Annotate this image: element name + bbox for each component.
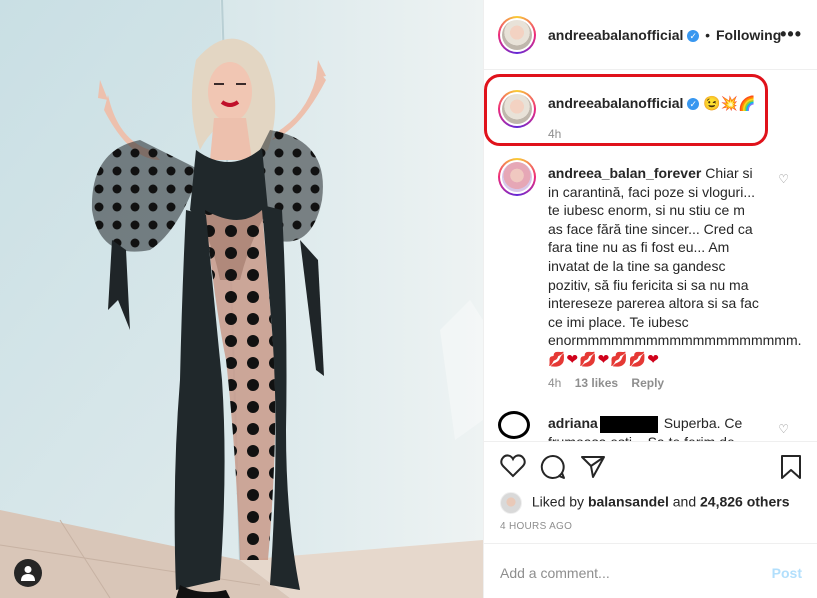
redaction-bar — [599, 415, 658, 433]
caption-emojis: 😉💥🌈 — [703, 95, 756, 111]
user-tag-button[interactable] — [14, 559, 42, 587]
comment-time[interactable]: 4h — [548, 376, 561, 390]
posted-time[interactable]: 4 HOURS AGO — [500, 521, 572, 532]
paper-plane-icon[interactable] — [580, 454, 606, 480]
liked-by-and: and — [672, 493, 697, 510]
author-username[interactable]: andreeabalanofficial — [548, 27, 683, 43]
post-image — [0, 0, 483, 598]
following-button[interactable]: Following — [716, 27, 781, 43]
comment2-avatar-redacted[interactable] — [498, 411, 530, 439]
comment-meta: 4h 13 likes Reply — [548, 376, 674, 390]
comment-body: andreea_balan_forever Chiar si in carant… — [548, 164, 802, 369]
comment-avatar[interactable] — [498, 158, 536, 196]
liked-by-user[interactable]: balansandel — [588, 494, 669, 510]
post-comment-button[interactable]: Post — [772, 565, 802, 581]
add-comment-bar: Add a comment... Post — [484, 543, 817, 598]
post-header: andreeabalanofficial ✓ • Following ••• — [484, 0, 817, 70]
add-comment-input[interactable]: Add a comment... — [500, 565, 610, 581]
comment2-text: Superba. Ce — [663, 415, 743, 431]
user-icon — [21, 566, 35, 581]
comment2-username[interactable]: adriana — [548, 415, 598, 431]
header-author-line: andreeabalanofficial ✓ • Following — [548, 27, 781, 43]
comment-username[interactable]: andreea_balan_forever — [548, 165, 701, 181]
liker-avatar[interactable] — [500, 492, 522, 514]
heart-icon[interactable] — [500, 454, 526, 478]
verified-icon: ✓ — [687, 98, 700, 111]
author-avatar[interactable] — [498, 16, 536, 54]
comment-reply-button[interactable]: Reply — [631, 376, 664, 390]
comment-hearts: 💋❤💋❤💋💋❤ — [548, 350, 660, 367]
caption-time[interactable]: 4h — [548, 127, 561, 141]
post-photo[interactable] — [0, 0, 483, 598]
post-side-panel: andreeabalanofficial ✓ • Following ••• a… — [483, 0, 817, 598]
comment-icon[interactable] — [540, 454, 566, 480]
more-options-icon[interactable]: ••• — [780, 24, 802, 45]
comment-like-icon[interactable]: ♡ — [778, 172, 789, 186]
action-bar — [484, 441, 817, 495]
liked-by-prefix: Liked by — [531, 493, 585, 510]
comment-likes[interactable]: 13 likes — [575, 376, 618, 390]
bookmark-icon[interactable] — [780, 454, 802, 480]
caption: andreeabalanofficial ✓ 😉💥🌈 — [548, 95, 755, 112]
comment-text: Chiar si in carantină, faci poze si vlog… — [548, 165, 802, 349]
comment2-like-icon[interactable]: ♡ — [778, 422, 789, 436]
caption-avatar[interactable] — [498, 90, 536, 128]
likes-count[interactable]: 24,826 others — [700, 494, 790, 510]
comment2-body: adriana Superba. Ce — [548, 415, 742, 433]
verified-icon: ✓ — [687, 30, 700, 43]
caption-username[interactable]: andreeabalanofficial — [548, 95, 683, 111]
likes-line: Liked by balansandel and 24,826 others — [500, 492, 790, 514]
header-separator: • — [705, 27, 711, 43]
